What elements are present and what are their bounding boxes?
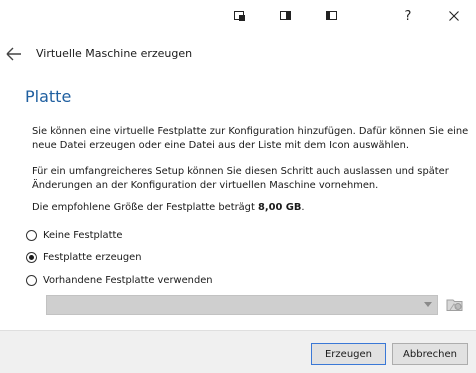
option-existing-disk[interactable]: Vorhandene Festplatte verwenden bbox=[26, 272, 213, 288]
choose-disk-file-icon[interactable] bbox=[446, 297, 464, 312]
title-bar: ? bbox=[0, 0, 476, 32]
radio-existing-disk[interactable] bbox=[26, 274, 37, 286]
option-create-disk[interactable]: Festplatte erzeugen bbox=[26, 249, 142, 265]
split-view-button[interactable] bbox=[263, 0, 309, 32]
size-prefix: Die empfohlene Größe der Festplatte betr… bbox=[32, 202, 258, 213]
setup-paragraph: Für ein umfangreicheres Setup können Sie… bbox=[32, 165, 472, 192]
size-suffix: . bbox=[301, 202, 305, 213]
intro-line: neue Datei erzeugen oder eine Datei aus … bbox=[32, 139, 409, 151]
wizard-page: Platte Sie können eine virtuelle Festpla… bbox=[0, 72, 476, 330]
chevron-down-icon bbox=[424, 302, 432, 307]
option-no-disk[interactable]: Keine Festplatte bbox=[26, 227, 122, 243]
intro-line: Sie können eine virtuelle Festplatte zur… bbox=[32, 126, 469, 137]
back-arrow-icon[interactable] bbox=[6, 47, 22, 61]
button-bar: Erzeugen Abbrechen bbox=[0, 330, 476, 373]
wizard-header: Virtuelle Maschine erzeugen bbox=[0, 38, 476, 70]
close-button[interactable] bbox=[431, 0, 476, 32]
intro-paragraph: Sie können eine virtuelle Festplatte zur… bbox=[32, 125, 472, 152]
option-label: Vorhandene Festplatte verwenden bbox=[43, 274, 213, 286]
option-label: Keine Festplatte bbox=[43, 229, 123, 241]
close-icon bbox=[449, 11, 459, 21]
setup-line: Änderungen an der Konfiguration der virt… bbox=[32, 179, 379, 191]
recommended-size-text: Die empfohlene Größe der Festplatte betr… bbox=[32, 202, 305, 213]
create-button[interactable]: Erzeugen bbox=[311, 343, 386, 365]
page-title: Platte bbox=[25, 87, 72, 106]
recommended-size-value: 8,00 GB bbox=[257, 202, 302, 213]
wizard-title: Virtuelle Maschine erzeugen bbox=[36, 47, 193, 60]
split-view-icon bbox=[280, 11, 291, 20]
radio-create-disk[interactable] bbox=[26, 251, 37, 263]
help-button[interactable]: ? bbox=[385, 0, 431, 32]
compact-view-icon bbox=[326, 11, 337, 20]
compact-view-button[interactable] bbox=[309, 0, 355, 32]
option-label: Festplatte erzeugen bbox=[43, 251, 142, 263]
snap-layout-button[interactable] bbox=[217, 0, 263, 32]
setup-line: Für ein umfangreicheres Setup können Sie… bbox=[32, 166, 449, 177]
existing-disk-select[interactable] bbox=[46, 295, 438, 315]
cancel-button[interactable]: Abbrechen bbox=[392, 343, 468, 365]
window-snap-icon bbox=[234, 10, 245, 21]
radio-no-disk[interactable] bbox=[26, 229, 37, 241]
